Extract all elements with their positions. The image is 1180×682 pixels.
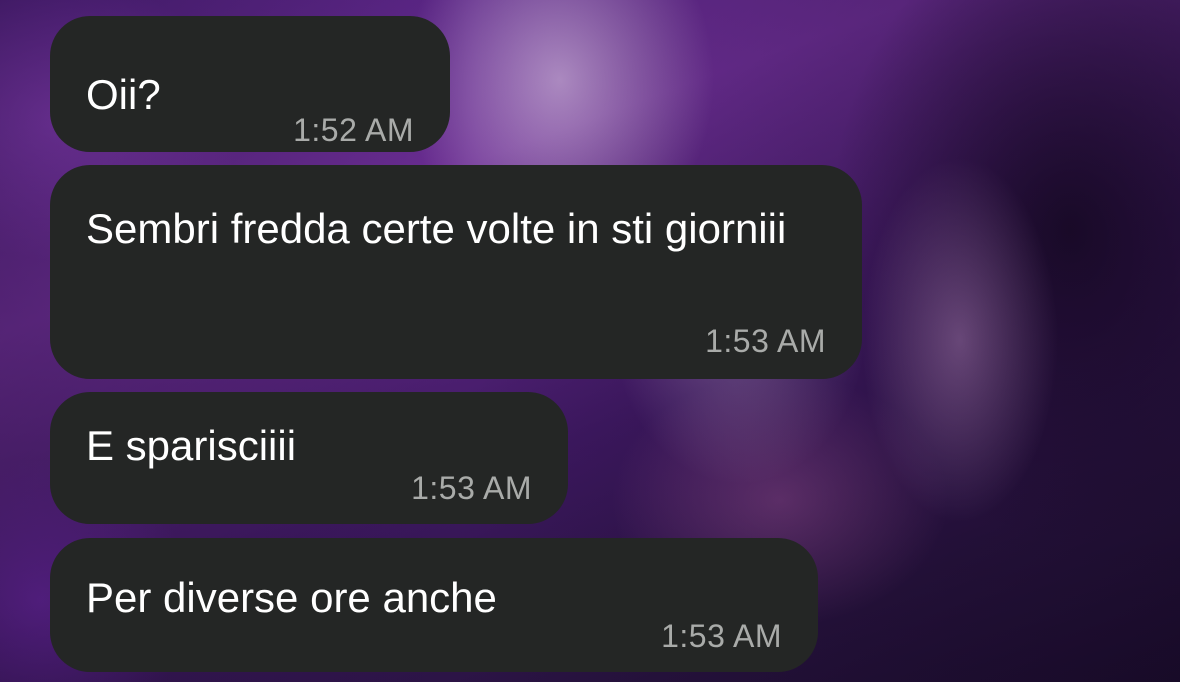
- message-bubble[interactable]: Sembri fredda certe volte in sti giornii…: [50, 165, 862, 379]
- message-timestamp: 1:53 AM: [661, 618, 782, 654]
- message-bubble[interactable]: Oii? 1:52 AM: [50, 16, 450, 152]
- message-timestamp: 1:52 AM: [293, 112, 414, 148]
- message-timestamp: 1:53 AM: [411, 470, 532, 506]
- message-text: Per diverse ore anche: [86, 574, 497, 621]
- message-text: Sembri fredda certe volte in sti giornii…: [86, 205, 787, 252]
- message-bubble[interactable]: E sparisciiii 1:53 AM: [50, 392, 568, 524]
- message-list[interactable]: Oii? 1:52 AM Sembri fredda certe volte i…: [0, 0, 1180, 682]
- message-timestamp: 1:53 AM: [705, 323, 826, 359]
- message-text: Oii?: [86, 71, 161, 118]
- message-text: E sparisciiii: [86, 422, 297, 469]
- message-bubble[interactable]: Per diverse ore anche 1:53 AM: [50, 538, 818, 672]
